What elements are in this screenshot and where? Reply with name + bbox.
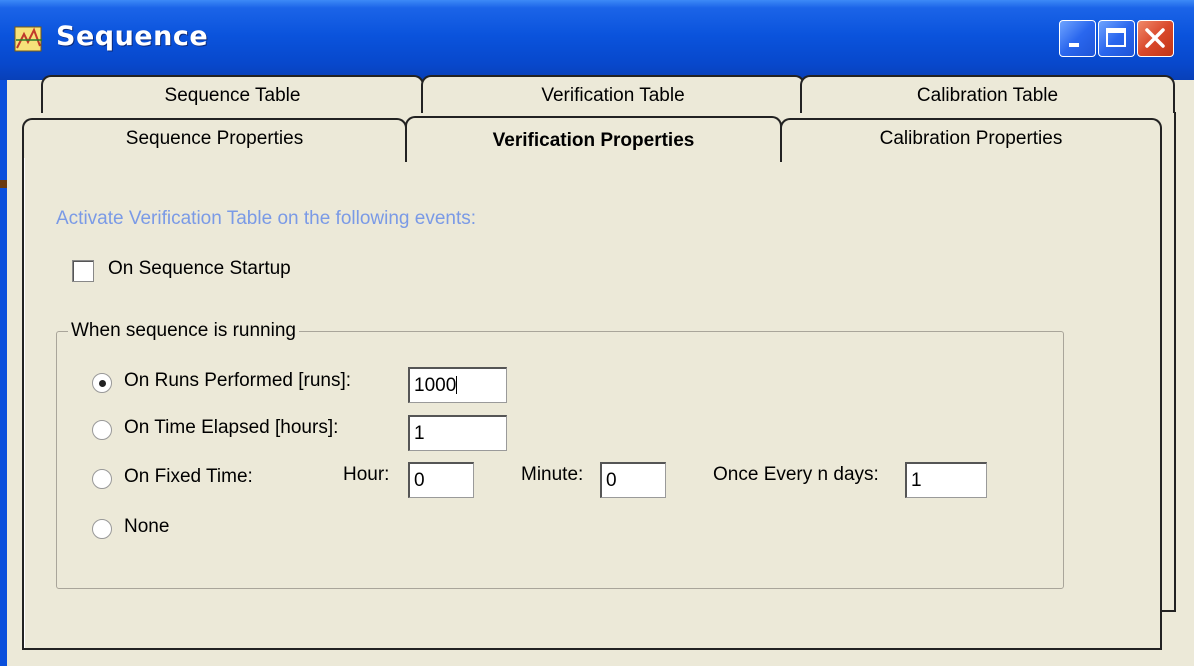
sequence-startup-checkbox[interactable] [72,260,94,282]
time-elapsed-input[interactable]: 1 [408,415,507,451]
none-radio[interactable] [92,519,112,539]
tab-sequence-table[interactable]: Sequence Table [41,75,424,113]
runs-performed-label: On Runs Performed [runs]: [124,370,352,391]
minimize-icon [1069,43,1079,47]
runs-performed-radio[interactable] [92,373,112,393]
tab-verification-table[interactable]: Verification Table [421,75,805,113]
close-button[interactable] [1137,20,1174,57]
days-label: Once Every n days: [713,464,879,485]
days-input[interactable]: 1 [905,462,987,498]
runs-performed-input[interactable]: 1000 [408,367,507,403]
none-label: None [124,516,170,537]
activation-heading: Activate Verification Table on the follo… [56,208,477,229]
time-elapsed-radio[interactable] [92,420,112,440]
tab-calibration-table[interactable]: Calibration Table [800,75,1175,113]
fixed-time-label: On Fixed Time: [124,466,253,487]
hour-label: Hour: [343,464,390,485]
frame-separator [0,180,7,188]
time-elapsed-label: On Time Elapsed [hours]: [124,417,339,438]
tab-calibration-properties[interactable]: Calibration Properties [780,118,1162,158]
close-icon [1145,28,1165,48]
window-frame [0,80,7,666]
maximize-icon [1106,28,1126,47]
tab-verification-properties[interactable]: Verification Properties [405,116,782,162]
running-group-title: When sequence is running [68,320,299,342]
fixed-time-radio[interactable] [92,469,112,489]
minimize-button[interactable] [1059,20,1096,57]
window-title: Sequence [56,21,209,52]
sequence-app-icon [14,26,42,52]
sequence-startup-label: On Sequence Startup [108,258,291,279]
title-bar[interactable]: Sequence [0,0,1194,80]
minute-label: Minute: [521,464,584,485]
text-caret [456,376,458,394]
minute-input[interactable]: 0 [600,462,666,498]
hour-input[interactable]: 0 [408,462,474,498]
tab-sequence-properties[interactable]: Sequence Properties [22,118,407,158]
maximize-button[interactable] [1098,20,1135,57]
